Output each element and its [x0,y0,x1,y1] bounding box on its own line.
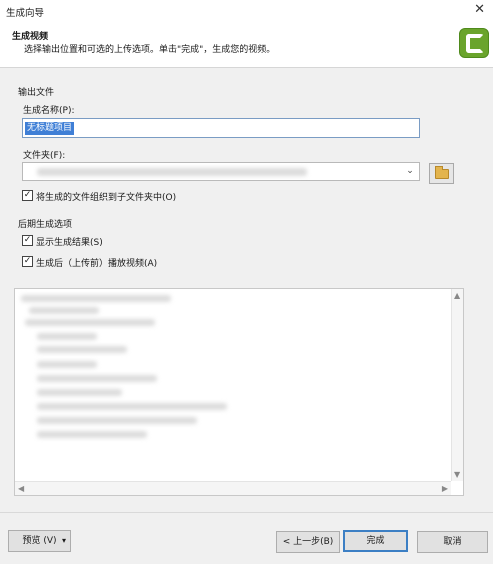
redacted-line [25,319,155,326]
organize-subfolder-option[interactable]: ✓ 将生成的文件组织到子文件夹中(O) [22,189,322,203]
redacted-line [29,307,99,314]
cancel-button[interactable]: 取消 [417,531,488,553]
header-title: 生成视频 [12,32,49,42]
folder-label: 文件夹(F): [23,151,66,161]
redacted-line [37,431,147,438]
play-video-label: 生成后（上传前）播放视频(A) [36,259,158,269]
wizard-header: 生成视频 选择输出位置和可选的上传选项。单击"完成"，生成您的视频。 [0,22,493,68]
folder-icon [435,166,449,179]
back-button[interactable]: < 上一步(B) [276,531,340,553]
camtasia-logo-icon [459,28,489,58]
organize-checkbox[interactable]: ✓ [22,190,33,201]
dropdown-arrow-icon: ▾ [61,536,66,545]
redacted-line [37,346,127,353]
show-results-checkbox[interactable]: ✓ [22,235,33,246]
redacted-line [37,389,122,396]
output-group-label: 输出文件 [18,88,55,98]
browse-folder-button[interactable] [429,163,454,184]
redacted-line [37,333,97,340]
show-results-label: 显示生成结果(S) [36,238,103,248]
close-icon[interactable]: ✕ [474,2,485,17]
post-group-label: 后期生成选项 [18,220,73,230]
title-bar: 生成向导 ✕ [0,0,493,22]
horizontal-scrollbar[interactable]: ◀ ▶ [15,481,451,495]
name-value: 无标题项目 [25,122,75,135]
play-video-checkbox[interactable]: ✓ [22,256,33,267]
summary-panel[interactable]: ▲ ▼ ◀ ▶ [14,288,464,496]
redacted-line [37,361,97,368]
preview-label: 预览 (V) [22,536,57,546]
preview-button[interactable]: 预览 (V) ▾ [8,530,71,552]
window-title: 生成向导 [6,8,45,19]
scroll-down-icon[interactable]: ▼ [454,470,460,479]
redacted-line [21,295,171,302]
footer-divider [0,512,493,513]
show-results-option[interactable]: ✓ 显示生成结果(S) [22,234,222,248]
redacted-line [37,375,157,382]
folder-select[interactable]: ⌄ [22,162,420,181]
scroll-right-icon[interactable]: ▶ [442,484,448,493]
vertical-scrollbar[interactable]: ▲ ▼ [451,289,463,481]
name-label: 生成名称(P): [23,106,75,116]
finish-button[interactable]: 完成 [343,530,408,552]
chevron-down-icon[interactable]: ⌄ [403,163,417,180]
redacted-line [37,403,227,410]
scroll-left-icon[interactable]: ◀ [18,484,24,493]
organize-label: 将生成的文件组织到子文件夹中(O) [36,193,177,203]
name-input[interactable]: 无标题项目 [22,118,420,138]
folder-path-redacted [37,168,307,176]
play-video-option[interactable]: ✓ 生成后（上传前）播放视频(A) [22,255,282,269]
header-subtitle: 选择输出位置和可选的上传选项。单击"完成"，生成您的视频。 [24,45,276,55]
redacted-line [37,417,197,424]
scroll-up-icon[interactable]: ▲ [454,291,460,300]
